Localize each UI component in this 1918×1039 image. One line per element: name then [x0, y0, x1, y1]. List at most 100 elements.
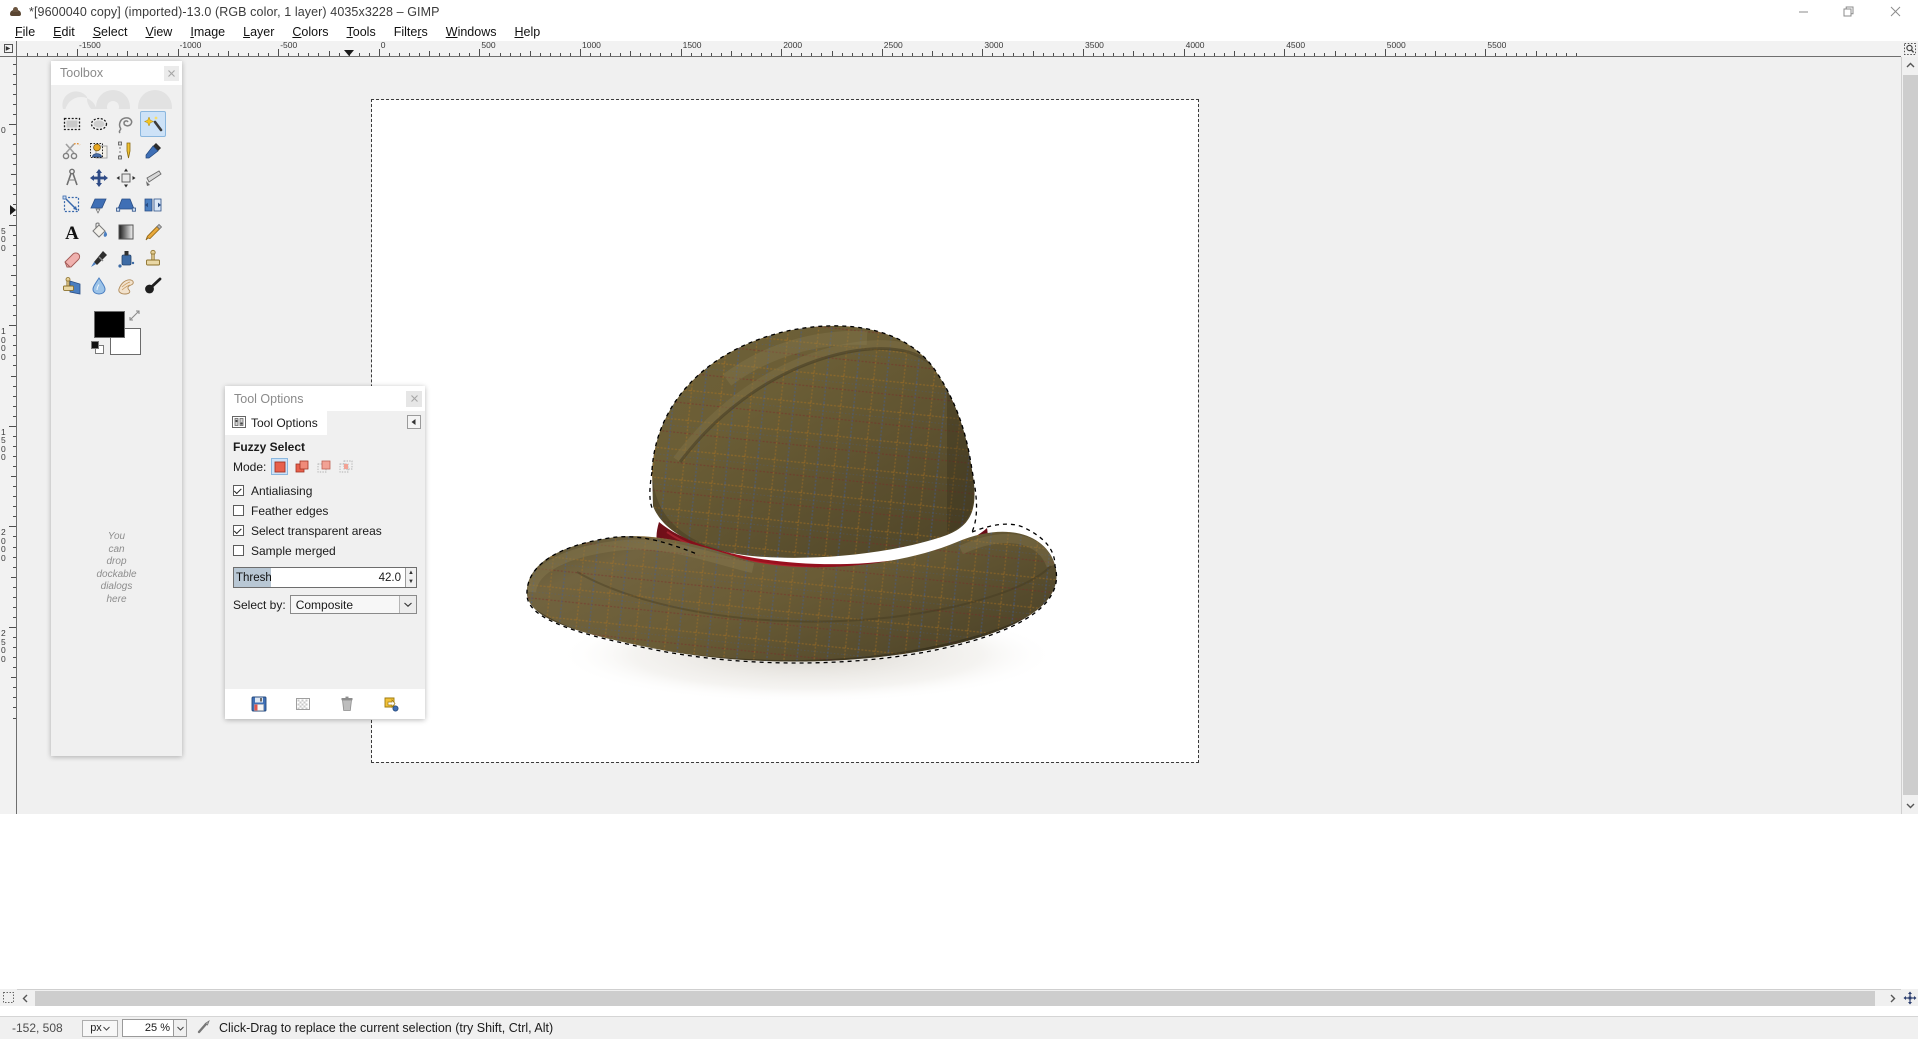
zoom-input[interactable]: 25 %: [122, 1019, 174, 1037]
option-sample-merged[interactable]: Sample merged: [233, 541, 417, 560]
mode-intersect-button[interactable]: [337, 458, 354, 475]
threshold-spin-down[interactable]: ▼: [406, 578, 416, 588]
tool-blur-sharpen[interactable]: [86, 273, 112, 299]
tool-flip[interactable]: [140, 192, 166, 218]
feather-edges-checkbox[interactable]: [233, 505, 244, 516]
delete-tool-preset-icon[interactable]: [338, 695, 356, 713]
tool-dodge-burn[interactable]: [140, 273, 166, 299]
tool-rect-select[interactable]: [59, 111, 85, 137]
zoom-image-button[interactable]: [1901, 41, 1918, 57]
scroll-up-button[interactable]: [1902, 57, 1918, 74]
ruler-tick-minor: [157, 53, 158, 56]
tool-ellipse-select[interactable]: [86, 111, 112, 137]
tool-text[interactable]: A: [59, 219, 85, 245]
tab-tool-options[interactable]: Tool Options: [225, 411, 327, 435]
menu-file[interactable]: File: [6, 23, 44, 41]
tool-smudge[interactable]: [113, 273, 139, 299]
scroll-left-button[interactable]: [17, 990, 34, 1007]
close-button[interactable]: [1872, 0, 1918, 23]
tool-measure[interactable]: [59, 165, 85, 191]
save-tool-preset-icon[interactable]: [250, 695, 268, 713]
ruler-tick-minor: [912, 53, 913, 56]
tool-shear[interactable]: [86, 192, 112, 218]
menu-filters[interactable]: Filters: [385, 23, 437, 41]
tool-eraser[interactable]: [59, 246, 85, 272]
select-transparent-areas-checkbox[interactable]: [233, 525, 244, 536]
chevron-down-icon[interactable]: [399, 596, 416, 613]
navigation-preview-button[interactable]: [1901, 989, 1918, 1006]
option-antialiasing[interactable]: Antialiasing: [233, 481, 417, 500]
tool-move[interactable]: [86, 165, 112, 191]
scroll-right-button[interactable]: [1884, 990, 1901, 1007]
vertical-scrollbar[interactable]: [1901, 57, 1918, 814]
mode-add-button[interactable]: [293, 458, 310, 475]
restore-tool-preset-icon[interactable]: [294, 695, 312, 713]
tool-gradient[interactable]: [113, 219, 139, 245]
menu-tools[interactable]: Tools: [338, 23, 385, 41]
ruler-tick-minor: [620, 53, 621, 56]
image-canvas[interactable]: [372, 100, 1198, 762]
option-select-transparent-areas[interactable]: Select transparent areas: [233, 521, 417, 540]
maximize-button[interactable]: [1826, 0, 1872, 23]
horizontal-scrollbar[interactable]: [17, 989, 1901, 1006]
tool-airbrush[interactable]: [86, 246, 112, 272]
menu-edit[interactable]: Edit: [44, 23, 84, 41]
tool-bucket-fill[interactable]: [86, 219, 112, 245]
minimize-button[interactable]: [1780, 0, 1826, 23]
tool-scissors-select[interactable]: [59, 138, 85, 164]
zoom-dropdown-button[interactable]: [174, 1019, 187, 1037]
swap-colors-icon[interactable]: [128, 309, 141, 325]
ruler-tick-minor: [469, 53, 470, 56]
ruler-label: 500: [1, 227, 10, 253]
tool-align[interactable]: [113, 165, 139, 191]
mode-subtract-button[interactable]: [315, 458, 332, 475]
ruler-tick-minor: [811, 53, 812, 56]
tool-perspective[interactable]: [113, 192, 139, 218]
threshold-spin-up[interactable]: ▲: [406, 568, 416, 578]
menu-windows[interactable]: Windows: [437, 23, 506, 41]
tool-clone[interactable]: [140, 246, 166, 272]
reset-tool-options-icon[interactable]: [382, 695, 400, 713]
sample-merged-checkbox[interactable]: [233, 545, 244, 556]
tool-options-menu-button[interactable]: [407, 415, 421, 429]
menu-image[interactable]: Image: [181, 23, 234, 41]
tool-color-picker[interactable]: [140, 138, 166, 164]
tool-ink[interactable]: [113, 246, 139, 272]
menu-layer[interactable]: Layer: [234, 23, 283, 41]
tool-fuzzy-select[interactable]: [140, 111, 166, 137]
vertical-scroll-thumb[interactable]: [1903, 75, 1918, 795]
option-feather-edges[interactable]: Feather edges: [233, 501, 417, 520]
scroll-down-button[interactable]: [1902, 797, 1918, 814]
ruler-label: 1500: [683, 41, 702, 50]
threshold-slider[interactable]: Threshold 42.0 ▲ ▼: [233, 567, 417, 588]
foreground-color-swatch[interactable]: [94, 311, 125, 338]
unit-selector[interactable]: px: [82, 1020, 118, 1037]
horizontal-scroll-thumb[interactable]: [35, 991, 1875, 1006]
menu-select[interactable]: Select: [84, 23, 137, 41]
antialiasing-checkbox[interactable]: [233, 485, 244, 496]
tool-perspective-clone[interactable]: [59, 273, 85, 299]
reset-colors-icon[interactable]: [91, 341, 104, 357]
mode-replace-button[interactable]: [271, 458, 288, 475]
menu-colors[interactable]: Colors: [283, 23, 337, 41]
sample-merged-label: Sample merged: [251, 544, 336, 558]
threshold-spinner[interactable]: ▲ ▼: [405, 568, 416, 587]
menu-help[interactable]: Help: [505, 23, 549, 41]
vertical-ruler[interactable]: 05001000150020002500: [0, 57, 17, 814]
tool-free-select[interactable]: [113, 111, 139, 137]
toolbox-close-button[interactable]: [164, 66, 179, 81]
tool-options-close-button[interactable]: [406, 391, 422, 407]
threshold-value[interactable]: 42.0: [271, 568, 405, 587]
tool-crop[interactable]: [140, 165, 166, 191]
select-by-dropdown[interactable]: Composite: [290, 595, 417, 614]
ruler-unit-button[interactable]: ▶: [0, 41, 17, 57]
ruler-tick-minor: [992, 53, 993, 56]
horizontal-ruler[interactable]: -1500-1000-50005001000150020002500300035…: [17, 41, 1901, 57]
quick-mask-button[interactable]: [0, 989, 17, 1006]
tool-foreground-select[interactable]: [86, 138, 112, 164]
ruler-tick-minor: [741, 53, 742, 56]
menu-view[interactable]: View: [136, 23, 181, 41]
tool-paths[interactable]: [113, 138, 139, 164]
tool-unified-transform[interactable]: [59, 192, 85, 218]
tool-pencil[interactable]: [140, 219, 166, 245]
